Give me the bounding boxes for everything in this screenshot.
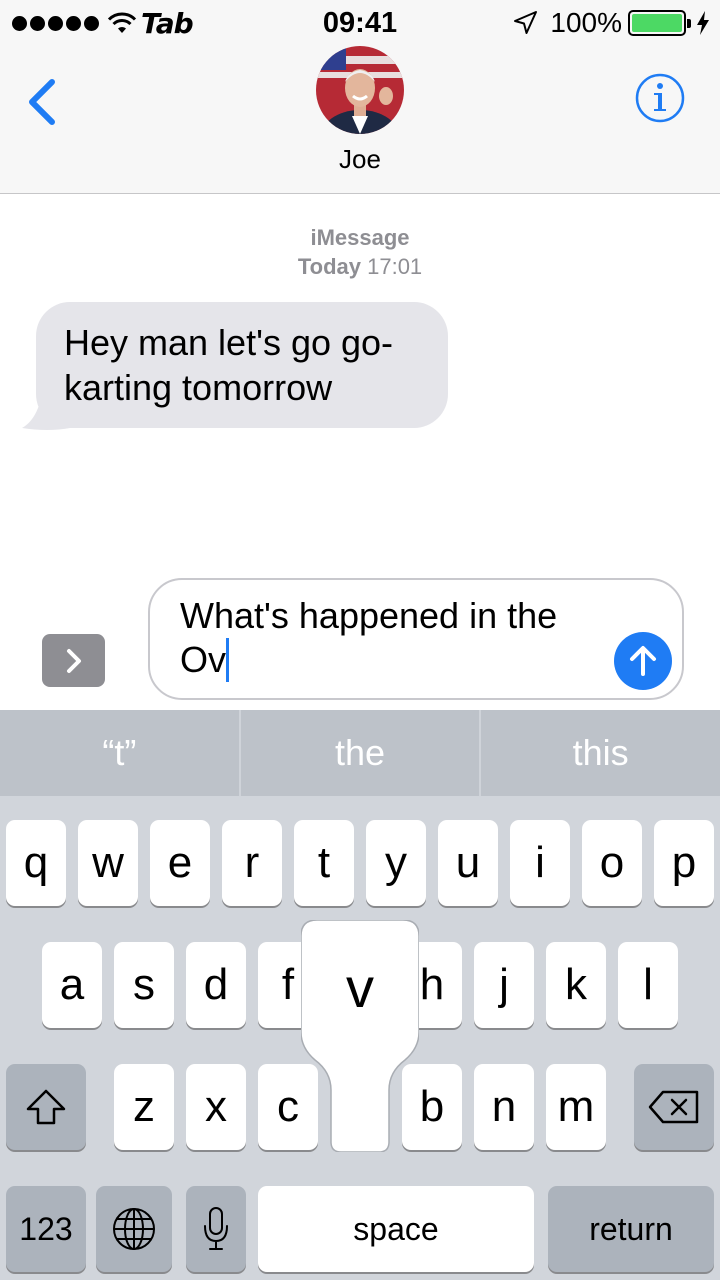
message-bubble: Hey man let's go go- karting tomorrow [36, 302, 448, 428]
battery-icon [628, 10, 691, 36]
predictive-bar: “t” the this [0, 710, 720, 796]
key-k[interactable]: k [546, 942, 606, 1028]
status-right: 100% [512, 7, 710, 38]
key-u[interactable]: u [438, 820, 498, 906]
key-e[interactable]: e [150, 820, 210, 906]
prediction-option[interactable]: this [479, 710, 720, 796]
message-line: karting tomorrow [64, 367, 333, 408]
key-d[interactable]: d [186, 942, 246, 1028]
battery-percent: 100% [550, 7, 622, 38]
key-v[interactable]: v [301, 955, 419, 1020]
key-x[interactable]: x [186, 1064, 246, 1150]
contact-avatar[interactable] [316, 46, 404, 134]
delete-key[interactable] [634, 1064, 714, 1150]
key-m[interactable]: m [546, 1064, 606, 1150]
timestamp-day: Today [297, 254, 361, 279]
prediction-option[interactable]: “t” [0, 710, 239, 796]
key-q[interactable]: q [6, 820, 66, 906]
key-w[interactable]: w [78, 820, 138, 906]
contact-name[interactable]: Joe [0, 144, 720, 175]
key-j[interactable]: j [474, 942, 534, 1028]
key-r[interactable]: r [222, 820, 282, 906]
delete-icon [648, 1090, 699, 1124]
chevron-right-icon [66, 648, 81, 673]
charging-bolt-icon [697, 11, 709, 35]
globe-icon [113, 1208, 155, 1250]
message-timestamp: Today 17:01 [0, 254, 720, 280]
key-z[interactable]: z [114, 1064, 174, 1150]
microphone-icon [204, 1207, 228, 1250]
key-a[interactable]: a [42, 942, 102, 1028]
message-input[interactable]: What's happened in the Ov [148, 578, 684, 700]
key-y[interactable]: y [366, 820, 426, 906]
message-line: Hey man let's go go- [64, 322, 394, 363]
location-arrow-icon [514, 11, 538, 34]
key-l[interactable]: l [618, 942, 678, 1028]
key-p[interactable]: p [654, 820, 714, 906]
timestamp-time: 17:01 [367, 254, 423, 279]
input-line-current: Ov [180, 638, 592, 682]
arrow-up-icon [630, 646, 656, 676]
numbers-key[interactable]: 123 [6, 1186, 86, 1272]
text-caret [226, 638, 230, 682]
space-key[interactable]: space [258, 1186, 534, 1272]
return-key[interactable]: return [548, 1186, 714, 1272]
prediction-option[interactable]: the [238, 710, 480, 796]
info-icon[interactable] [634, 72, 686, 124]
service-label: iMessage [310, 225, 410, 250]
key-t[interactable]: t [294, 820, 354, 906]
key-o[interactable]: o [582, 820, 642, 906]
key-n[interactable]: n [474, 1064, 534, 1150]
key-s[interactable]: s [114, 942, 174, 1028]
back-button[interactable] [20, 74, 64, 130]
status-bar: Tab 09:41 100% [0, 0, 720, 44]
conversation-header: Joe [0, 44, 720, 194]
shift-key[interactable] [6, 1064, 86, 1150]
key-i[interactable]: i [510, 820, 570, 906]
incoming-message[interactable]: Hey man let's go go- karting tomorrow [22, 302, 452, 432]
globe-key[interactable] [96, 1186, 172, 1272]
input-line: What's happened in the [180, 595, 558, 636]
shift-icon [26, 1089, 66, 1125]
apps-expand-button[interactable] [42, 634, 105, 687]
send-button[interactable] [614, 632, 672, 690]
dictation-key[interactable] [186, 1186, 246, 1272]
input-line-text: Ov [180, 639, 227, 680]
